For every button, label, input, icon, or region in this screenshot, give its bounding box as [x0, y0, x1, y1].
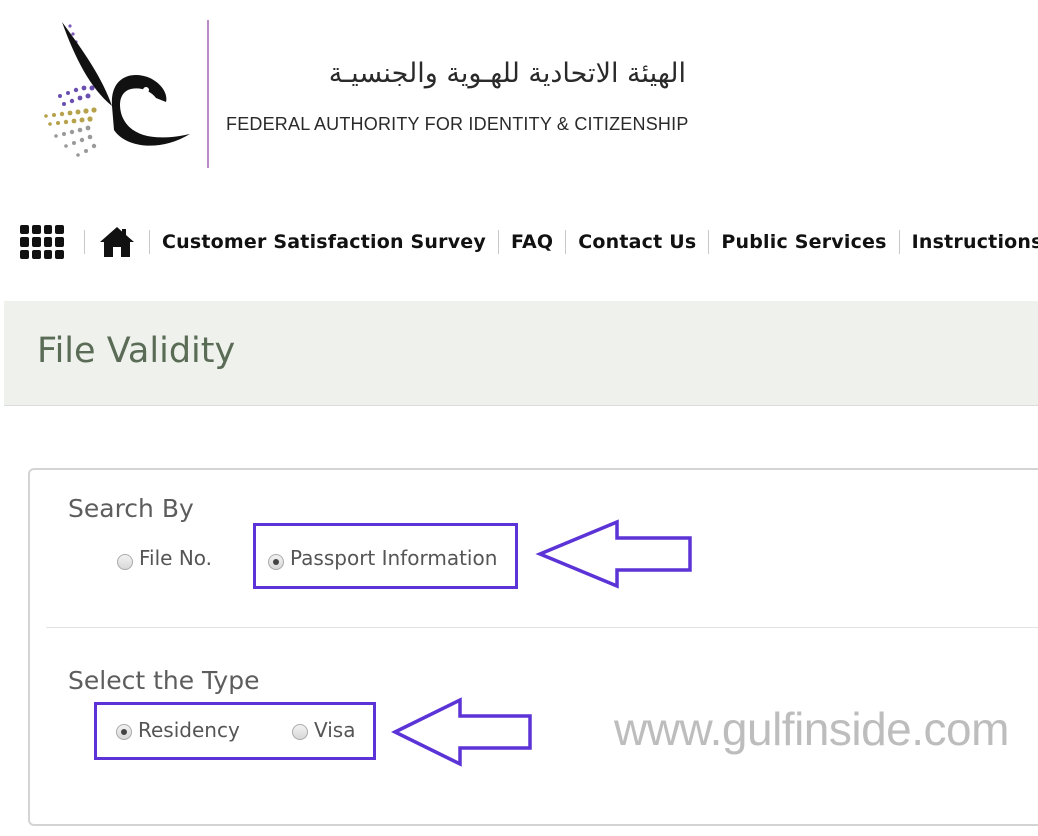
- nav-separator: [84, 230, 85, 254]
- nav-separator: [497, 230, 499, 254]
- highlight-passport-information: [253, 523, 518, 589]
- search-by-label: Search By: [68, 494, 194, 523]
- nav-separator: [149, 230, 150, 254]
- main-nav: Customer Satisfaction Survey FAQ Contact…: [20, 222, 1038, 262]
- select-type-label: Select the Type: [68, 666, 260, 695]
- page-title: File Validity: [37, 331, 236, 371]
- arrow-left-icon: [391, 697, 532, 767]
- title-band: File Validity: [4, 301, 1038, 406]
- radio-file-no-label[interactable]: File No.: [139, 546, 212, 570]
- nav-faq[interactable]: FAQ: [511, 231, 553, 253]
- nav-separator: [898, 230, 900, 254]
- logo-divider: [207, 20, 209, 168]
- nav-instructions[interactable]: Instructions: [912, 231, 1038, 253]
- section-divider: [46, 627, 1038, 628]
- nav-separator: [565, 230, 567, 254]
- nav-public-services[interactable]: Public Services: [721, 231, 886, 253]
- org-name-arabic: الهيئة الاتحادية للهـوية والجنسيـة: [328, 58, 686, 89]
- form-panel: Search By File No. Passport Information …: [28, 468, 1038, 826]
- org-name-english: FEDERAL AUTHORITY FOR IDENTITY & CITIZEN…: [226, 114, 689, 134]
- nav-contact-us[interactable]: Contact Us: [578, 231, 696, 253]
- nav-customer-satisfaction-survey[interactable]: Customer Satisfaction Survey: [162, 231, 486, 253]
- arrow-left-icon: [535, 519, 692, 589]
- highlight-type-options: [94, 702, 376, 760]
- watermark: www.gulfinside.com: [614, 703, 1009, 755]
- nav-separator: [708, 230, 710, 254]
- radio-file-no-input[interactable]: [117, 554, 133, 570]
- home-icon[interactable]: [97, 225, 137, 259]
- radio-file-no[interactable]: File No.: [117, 546, 212, 570]
- logo-falcon-icon: [44, 22, 190, 157]
- apps-grid-icon[interactable]: [20, 225, 64, 259]
